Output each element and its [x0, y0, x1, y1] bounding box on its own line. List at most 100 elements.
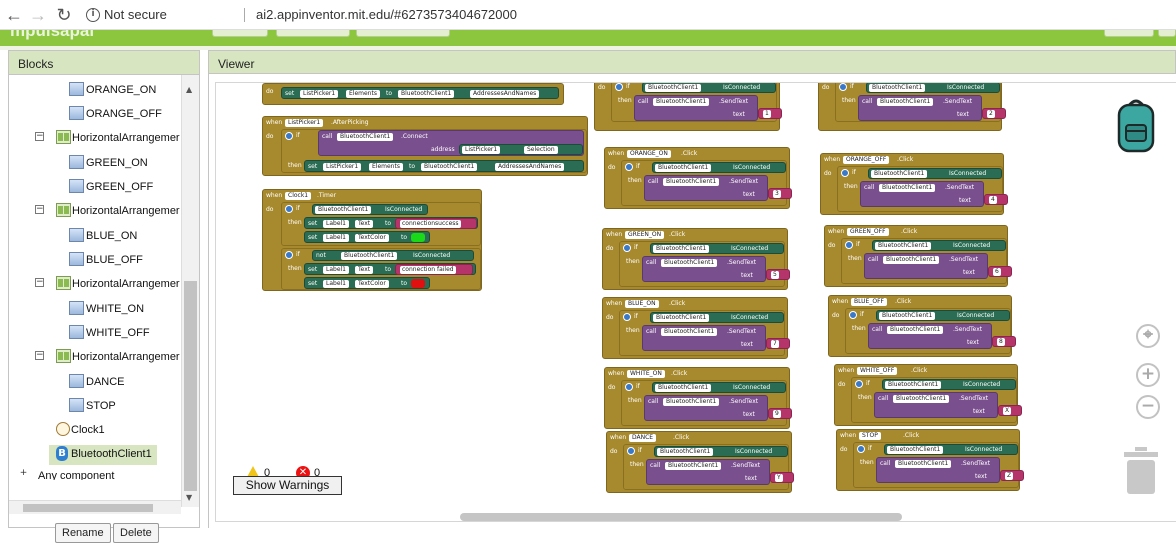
if-block[interactable]: if call BluetoothClient1 .Connect addres… — [281, 129, 587, 173]
info-icon[interactable]: i — [86, 8, 100, 22]
component-dropdown[interactable]: Clock1 — [285, 192, 312, 200]
getter-block[interactable]: BluetoothClient1 IsConnected — [312, 204, 428, 215]
center-icon[interactable]: ⌖ — [1136, 324, 1160, 348]
tree-item[interactable]: B BluetoothClient1 — [49, 445, 157, 465]
component-dropdown[interactable]: BluetoothClient1 — [657, 448, 714, 456]
property-dropdown[interactable]: AddressesAndNames — [495, 163, 565, 171]
tree-vertical-scrollbar[interactable]: ▲ ▼ — [181, 75, 199, 507]
text-block[interactable]: 3 — [768, 188, 792, 199]
text-block[interactable]: 1 — [758, 108, 782, 119]
event-block[interactable]: when STOP .Click do if BluetoothClient1 IsConn… — [836, 429, 1024, 491]
if-block[interactable]: if BluetoothClient1 IsConnected then call Blu… — [621, 380, 792, 426]
if-block[interactable]: if BluetoothClient1 IsConnected then set… — [281, 202, 481, 246]
property-dropdown[interactable]: Text — [355, 266, 374, 274]
component-dropdown[interactable]: BluetoothClient1 — [879, 312, 936, 320]
text-block[interactable]: X — [998, 405, 1022, 416]
call-sendtext-block[interactable]: call BluetoothClient1 .SendText text — [644, 175, 768, 201]
text-value[interactable]: Y — [775, 474, 783, 482]
address-bar[interactable]: i Not secure ai2.appinventor.mit.edu/#62… — [80, 3, 1176, 27]
component-dropdown[interactable]: BluetoothClient1 — [871, 170, 928, 178]
mutator-gear-icon[interactable] — [627, 447, 635, 455]
text-value[interactable]: X — [1003, 407, 1012, 415]
event-block[interactable]: when BLUE_ON .Click do if BluetoothClient1 IsC… — [602, 297, 790, 359]
component-dropdown[interactable]: BluetoothClient1 — [887, 326, 944, 334]
text-value[interactable]: 7 — [771, 340, 779, 348]
component-dropdown[interactable]: BluetoothClient1 — [883, 256, 940, 264]
tree-item[interactable]: DANCE — [9, 373, 181, 393]
if-block[interactable]: if BluetoothClient1 IsConnected then call Blu… — [841, 238, 1012, 284]
text-value[interactable]: 2 — [987, 110, 995, 118]
component-dropdown[interactable]: Label1 — [323, 280, 350, 288]
url-text[interactable]: ai2.appinventor.mit.edu/#627357340467200… — [256, 7, 517, 22]
event-block[interactable]: do if BluetoothClient1 IsConnected then call B… — [818, 83, 1006, 131]
component-dropdown[interactable]: BluetoothClient1 — [887, 446, 944, 454]
property-dropdown[interactable]: Selection — [524, 146, 558, 154]
component-dropdown[interactable]: DANCE — [629, 434, 657, 442]
component-dropdown[interactable]: BluetoothClient1 — [315, 206, 372, 214]
component-dropdown[interactable]: WHITE_OFF — [857, 367, 898, 375]
tree-item[interactable]: − HorizontalArrangemer — [9, 202, 181, 222]
scroll-down-icon[interactable]: ▼ — [186, 493, 192, 502]
text-block[interactable]: 2 — [982, 108, 1006, 119]
component-dropdown[interactable]: BluetoothClient1 — [879, 184, 936, 192]
if-block[interactable]: if BluetoothClient1 IsConnected then call Blu… — [611, 83, 782, 122]
mutator-gear-icon[interactable] — [839, 83, 847, 91]
getter-block[interactable]: BluetoothClient1 IsConnected — [654, 446, 788, 457]
component-dropdown[interactable]: BluetoothClient1 — [341, 252, 398, 260]
text-value[interactable]: 6 — [993, 268, 1001, 276]
getter-block[interactable]: BluetoothClient1 IsConnected — [868, 168, 1002, 179]
set-block[interactable]: set Label1 TextColor to — [304, 277, 430, 289]
tree-item[interactable]: ORANGE_ON — [9, 81, 181, 101]
property-dropdown[interactable]: TextColor — [355, 234, 389, 242]
getter-block[interactable]: BluetoothClient1 IsConnected — [884, 444, 1018, 455]
text-block[interactable]: 6 — [988, 266, 1012, 277]
tree-item[interactable]: WHITE_ON — [9, 300, 181, 320]
if-block[interactable]: if BluetoothClient1 IsConnected then call Blu… — [845, 308, 1016, 354]
call-sendtext-block[interactable]: call BluetoothClient1 .SendText text — [868, 323, 992, 349]
text-value[interactable]: 5 — [771, 271, 779, 279]
if-block[interactable]: if BluetoothClient1 IsConnected then call Blu… — [853, 442, 1024, 488]
call-sendtext-block[interactable]: call BluetoothClient1 .SendText text — [634, 95, 758, 121]
getter-block[interactable]: BluetoothClient1 IsConnected — [652, 162, 786, 173]
delete-button[interactable]: Delete — [113, 523, 159, 543]
event-block[interactable]: when ORANGE_OFF .Click do if BluetoothClient1… — [820, 153, 1008, 215]
tree-item[interactable]: WHITE_OFF — [9, 324, 181, 344]
mutator-gear-icon[interactable] — [623, 313, 631, 321]
call-sendtext-block[interactable]: call BluetoothClient1 .SendText text — [642, 325, 766, 351]
call-connect-block[interactable]: call BluetoothClient1 .Connect address L… — [318, 130, 584, 156]
getter-block[interactable]: BluetoothClient1 IsConnected — [882, 379, 1016, 390]
getter-block[interactable]: BluetoothClient1 IsConnected — [652, 382, 786, 393]
component-dropdown[interactable]: ListPicker1 — [285, 119, 324, 127]
component-dropdown[interactable]: STOP — [859, 432, 881, 440]
set-block[interactable]: set ListPicker1 Elements to BluetoothCli… — [304, 160, 584, 172]
call-sendtext-block[interactable]: call BluetoothClient1 .SendText text — [876, 457, 1000, 483]
text-value[interactable]: 3 — [773, 190, 781, 198]
component-dropdown[interactable]: BluetoothClient1 — [653, 314, 710, 322]
getter-block[interactable]: BluetoothClient1 IsConnected — [866, 83, 1000, 93]
text-value[interactable]: connectionsuccess — [400, 220, 461, 228]
tree-item[interactable]: GREEN_ON — [9, 154, 181, 174]
tree-item[interactable]: STOP — [9, 397, 181, 417]
mutator-gear-icon[interactable] — [855, 380, 863, 388]
collapse-icon[interactable]: − — [35, 278, 44, 287]
if-block[interactable]: if BluetoothClient1 IsConnected then call Blu… — [835, 83, 1006, 122]
tree-item[interactable]: ORANGE_OFF — [9, 105, 181, 125]
component-dropdown[interactable]: BluetoothClient1 — [645, 84, 702, 92]
call-sendtext-block[interactable]: call BluetoothClient1 .SendText text — [858, 95, 982, 121]
tree-horizontal-scrollbar[interactable] — [9, 500, 181, 514]
component-dropdown[interactable]: BluetoothClient1 — [398, 90, 455, 98]
tree-item[interactable]: − HorizontalArrangemer — [9, 275, 181, 295]
component-dropdown[interactable]: GREEN_OFF — [847, 228, 889, 236]
text-value[interactable]: Z — [1005, 472, 1014, 480]
text-block[interactable]: Y — [770, 472, 794, 483]
component-dropdown[interactable]: ListPicker1 — [323, 163, 362, 171]
property-dropdown[interactable]: TextColor — [355, 280, 389, 288]
backpack-icon[interactable] — [1114, 95, 1158, 155]
mutator-gear-icon[interactable] — [857, 445, 865, 453]
text-block[interactable]: 7 — [766, 338, 790, 349]
event-block[interactable]: when WHITE_ON .Click do if BluetoothClient1 Is… — [604, 367, 792, 429]
collapse-icon[interactable]: − — [35, 205, 44, 214]
getter-block[interactable]: BluetoothClient1 IsConnected — [876, 310, 1010, 321]
component-dropdown[interactable]: Label1 — [323, 266, 350, 274]
event-block[interactable]: when Clock1 .Timer do if BluetoothClient… — [262, 189, 482, 291]
